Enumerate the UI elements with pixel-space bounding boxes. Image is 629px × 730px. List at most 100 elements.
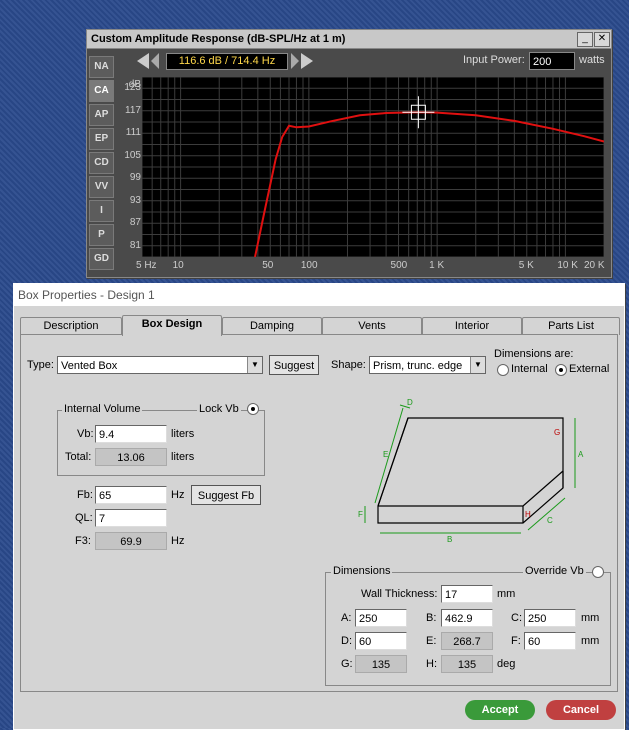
b-label: B: [426, 612, 437, 624]
type-select-value: Vented Box [61, 360, 118, 372]
y-tick-label: 111 [125, 127, 141, 139]
d-label: D: [341, 635, 352, 647]
total-value: 13.06 [95, 448, 167, 466]
minimize-button[interactable]: _ [577, 32, 593, 47]
box-design-panel: Type: Vented Box ▼ Suggest Shape: Prism,… [20, 334, 618, 692]
amp-window-title: Custom Amplitude Response (dB-SPL/Hz at … [87, 30, 611, 49]
suggest-button[interactable]: Suggest [269, 355, 319, 375]
side-tab-p[interactable]: P [89, 224, 114, 246]
lock-vb-radio[interactable] [247, 403, 259, 415]
x-tick-label: 1 K [429, 260, 445, 271]
diagram-label-h: H [525, 510, 531, 519]
x-tick-label: 20 K [584, 260, 605, 271]
side-tab-ep[interactable]: EP [89, 128, 114, 150]
diagram-label-f: F [358, 510, 363, 519]
b-input[interactable]: 462.9 [441, 609, 493, 627]
type-select[interactable]: Vented Box ▼ [57, 356, 263, 374]
vb-input[interactable]: 9.4 [95, 425, 167, 443]
side-tab-cd[interactable]: CD [89, 152, 114, 174]
f-input[interactable]: 60 [524, 632, 576, 650]
side-tab-gd[interactable]: GD [89, 248, 114, 270]
diagram-label-g: G [554, 428, 560, 437]
ql-label: QL: [75, 512, 93, 524]
tab-description[interactable]: Description [20, 317, 122, 335]
fb-label: Fb: [77, 489, 93, 501]
f-label: F: [511, 635, 521, 647]
e-value: 268.7 [441, 632, 493, 650]
side-tab-ca[interactable]: CA [89, 80, 114, 102]
x-tick-label: 10 [172, 260, 184, 271]
vb-unit: liters [171, 428, 195, 440]
a-input[interactable]: 250 [355, 609, 407, 627]
y-tick-label: 105 [124, 149, 141, 161]
internal-volume-label: Internal Volume [62, 403, 143, 415]
x-tick-label: 5 K [518, 260, 534, 271]
close-button[interactable]: ✕ [594, 32, 610, 47]
d-input[interactable]: 60 [355, 632, 407, 650]
shape-select-value: Prism, trunc. edge [373, 360, 463, 372]
side-tab-i[interactable]: I [89, 200, 114, 222]
type-label: Type: [27, 359, 54, 371]
accept-button[interactable]: Accept [465, 700, 535, 720]
amplitude-plot[interactable] [141, 76, 605, 258]
dimensions-label: Dimensions [331, 565, 393, 577]
box-properties-window: Box Properties - Design 1 Description Bo… [13, 283, 625, 730]
diagram-label-b: B [447, 535, 452, 543]
arrow-left-icon[interactable] [137, 53, 149, 69]
y-tick-label: 99 [129, 172, 141, 184]
c-input[interactable]: 250 [524, 609, 576, 627]
override-vb-radio[interactable] [592, 566, 604, 578]
h-value: 135 [441, 655, 493, 673]
side-tab-ap[interactable]: AP [89, 104, 114, 126]
diagram-label-d: D [407, 398, 413, 407]
c-label: C: [511, 612, 522, 624]
diagram-label-e: E [383, 450, 388, 459]
response-curve [254, 111, 605, 258]
fb-unit: Hz [171, 489, 185, 501]
input-power-label: Input Power: [463, 54, 525, 66]
diagram-label-a: A [578, 450, 584, 459]
lock-vb-label: Lock Vb [197, 403, 241, 415]
external-label: External [569, 363, 610, 375]
x-tick-label: 5 Hz [136, 260, 157, 271]
internal-volume-group [57, 410, 265, 476]
amplitude-chart [141, 76, 605, 258]
fb-input[interactable]: 65 [95, 486, 167, 504]
tab-box-design[interactable]: Box Design [122, 315, 222, 336]
step-left-icon[interactable] [151, 53, 159, 69]
e-label: E: [426, 635, 437, 647]
x-tick-label: 500 [390, 260, 408, 271]
tab-interior[interactable]: Interior [422, 317, 522, 335]
chevron-down-icon: ▼ [247, 357, 262, 373]
suggest-fb-button[interactable]: Suggest Fb [191, 485, 261, 505]
box-shape-diagram: D E F B C A G H [358, 398, 584, 543]
tab-parts-list[interactable]: Parts List [522, 317, 620, 335]
external-radio[interactable] [555, 364, 567, 376]
side-tab-na[interactable]: NA [89, 56, 114, 78]
x-tick-label: 10 K [557, 260, 578, 271]
wall-thickness-unit: mm [497, 588, 516, 600]
input-power-field[interactable]: 200 [529, 52, 575, 70]
amplitude-response-window: Custom Amplitude Response (dB-SPL/Hz at … [86, 29, 612, 278]
f3-value: 69.9 [95, 532, 167, 550]
y-tick-label: 87 [129, 217, 141, 229]
total-label: Total: [65, 451, 92, 463]
ql-input[interactable]: 7 [95, 509, 167, 527]
wall-thickness-input[interactable]: 17 [441, 585, 493, 603]
x-tick-label: 50 [262, 260, 274, 271]
g-value: 135 [355, 655, 407, 673]
tab-damping[interactable]: Damping [222, 317, 322, 335]
wall-thickness-label: Wall Thickness: [361, 588, 438, 600]
tab-vents[interactable]: Vents [322, 317, 422, 335]
x-tick-label: 100 [300, 260, 318, 271]
arrow-right-icon[interactable] [301, 53, 313, 69]
shape-select[interactable]: Prism, trunc. edge ▼ [369, 356, 486, 374]
cancel-button[interactable]: Cancel [546, 700, 616, 720]
y-tick-label: 123 [124, 82, 141, 94]
step-right-icon[interactable] [291, 53, 299, 69]
side-tab-vv[interactable]: VV [89, 176, 114, 198]
internal-radio[interactable] [497, 364, 509, 376]
y-tick-label: 81 [129, 239, 141, 251]
g-label: G: [341, 658, 353, 670]
total-unit: liters [171, 451, 195, 463]
